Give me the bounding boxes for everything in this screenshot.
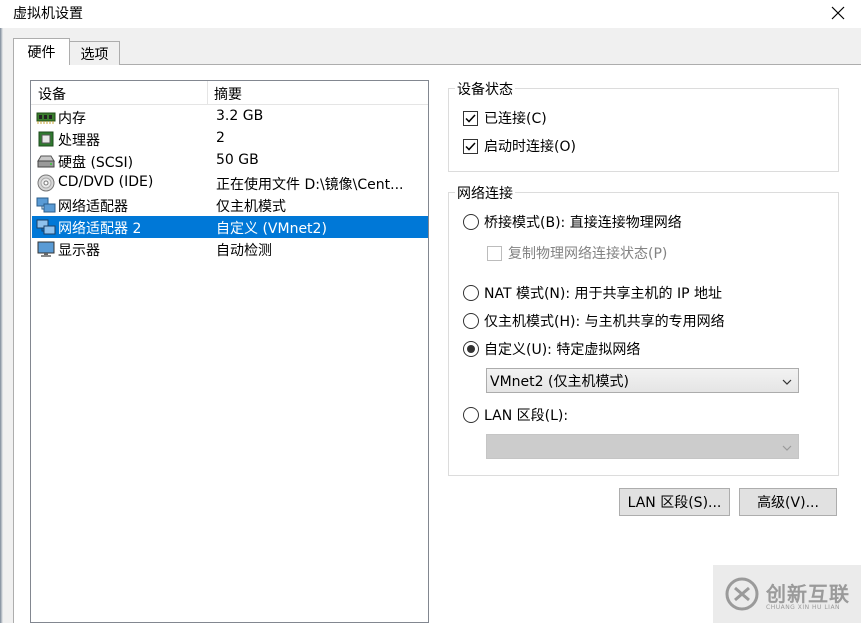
tab-options-label: 选项 [80,46,109,63]
device-row-hard-disk[interactable]: 硬盘 (SCSI) 50 GB [32,150,428,172]
device-row-memory[interactable]: 内存 3.2 GB [32,106,428,128]
device-summary: 2 [216,130,225,146]
replicate-state-label: 复制物理网络连接状态(P) [508,246,668,262]
device-row-network-adapter-2[interactable]: 网络适配器 2 自定义 (VMnet2) [32,216,428,238]
tab-hardware[interactable]: 硬件 [13,38,70,65]
close-icon [831,6,845,20]
device-summary: 50 GB [216,152,259,168]
window-title: 虚拟机设置 [13,6,83,22]
lan-segment-radio[interactable] [463,407,479,423]
lan-segment-select[interactable] [486,434,799,459]
list-header: 设备 摘要 [31,81,428,105]
watermark: 创新互联 CHUANG XIN HU LIAN [713,565,861,623]
device-name: 网络适配器 [58,199,128,215]
display-icon [36,240,56,258]
lan-segment-label: LAN 区段(L): [484,408,569,424]
device-name: 处理器 [58,133,100,149]
bridged-label: 桥接模式(B): 直接连接物理网络 [484,215,682,231]
memory-icon [36,108,56,126]
connect-at-power-on-label: 启动时连接(O) [484,139,576,155]
replicate-state-row[interactable]: 复制物理网络连接状态(P) [487,243,667,263]
device-status-title: 设备状态 [455,79,515,99]
tab-options[interactable]: 选项 [69,41,120,65]
device-name: CD/DVD (IDE) [58,174,154,190]
connected-checkbox[interactable] [463,110,478,126]
custom-label: 自定义(U): 特定虚拟网络 [484,342,641,358]
close-button[interactable] [815,0,861,26]
cd-dvd-icon [36,174,56,192]
window-edge [0,28,3,623]
watermark-subtext: CHUANG XIN HU LIAN [766,604,841,611]
device-row-network-adapter[interactable]: 网络适配器 仅主机模式 [32,194,428,216]
device-name: 显示器 [58,243,100,259]
nat-label: NAT 模式(N): 用于共享主机的 IP 地址 [484,286,722,302]
host-only-label: 仅主机模式(H): 与主机共享的专用网络 [484,314,725,330]
chevron-down-icon [782,441,792,457]
title-bar: 虚拟机设置 [0,0,861,28]
bridged-radio-row[interactable]: 桥接模式(B): 直接连接物理网络 [463,212,682,232]
watermark-text: 创新互联 [766,582,850,606]
nat-radio[interactable] [463,285,479,301]
network-connection-title: 网络连接 [455,183,515,203]
advanced-button-label: 高级(V)... [757,495,819,511]
custom-network-value: VMnet2 (仅主机模式) [490,373,629,390]
device-name: 网络适配器 2 [58,221,142,237]
network-adapter-icon [36,218,56,236]
network-adapter-icon [36,196,56,214]
tab-hardware-label: 硬件 [27,45,56,61]
connected-label: 已连接(C) [484,111,547,127]
lan-segments-button[interactable]: LAN 区段(S)... [619,488,730,516]
device-list[interactable]: 设备 摘要 内存 3.2 GB 处理器 2 硬盘 (SCSI) 50 GB CD… [30,80,429,623]
device-summary: 自动检测 [216,243,272,259]
lan-segment-radio-row[interactable]: LAN 区段(L): [463,405,568,425]
device-summary: 自定义 (VMnet2) [216,221,327,237]
connect-at-power-on-row[interactable]: 启动时连接(O) [463,136,576,156]
custom-radio[interactable] [463,341,479,357]
custom-radio-row[interactable]: 自定义(U): 特定虚拟网络 [463,339,640,359]
hard-disk-icon [36,152,56,170]
device-status-group [448,88,839,172]
column-header-summary[interactable]: 摘要 [214,84,242,104]
device-row-display[interactable]: 显示器 自动检测 [32,238,428,260]
device-name: 硬盘 (SCSI) [58,155,134,171]
device-summary: 3.2 GB [216,108,264,124]
connected-checkbox-row[interactable]: 已连接(C) [463,108,547,128]
replicate-state-checkbox[interactable] [487,245,502,261]
host-only-radio[interactable] [463,313,479,329]
device-summary: 正在使用文件 D:\镜像\Cent... [216,177,404,193]
device-row-processor[interactable]: 处理器 2 [32,128,428,150]
device-name: 内存 [58,111,86,127]
processor-icon [36,130,56,148]
host-only-radio-row[interactable]: 仅主机模式(H): 与主机共享的专用网络 [463,311,725,331]
bridged-radio[interactable] [463,214,479,230]
advanced-button[interactable]: 高级(V)... [739,488,837,516]
device-row-cd-dvd[interactable]: CD/DVD (IDE) 正在使用文件 D:\镜像\Cent... [32,172,428,194]
device-summary: 仅主机模式 [216,199,286,215]
custom-network-select[interactable]: VMnet2 (仅主机模式) [486,368,799,393]
column-header-device[interactable]: 设备 [38,84,66,104]
watermark-logo-icon [725,577,759,611]
chevron-down-icon [782,375,792,391]
lan-segments-button-label: LAN 区段(S)... [627,495,722,511]
connect-at-power-on-checkbox[interactable] [463,138,478,154]
nat-radio-row[interactable]: NAT 模式(N): 用于共享主机的 IP 地址 [463,283,722,303]
column-divider[interactable] [207,81,208,105]
